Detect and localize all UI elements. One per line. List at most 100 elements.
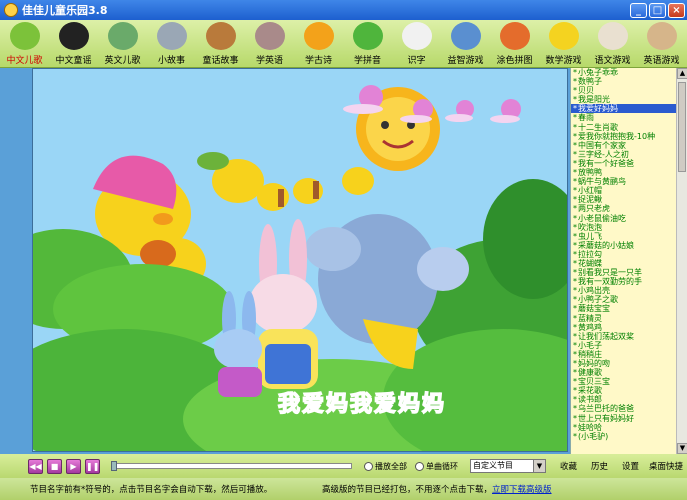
list-item[interactable]: *蘑菇宝宝 [571,304,677,313]
list-item[interactable]: *爱我你就抱抱我-10种 [571,132,677,141]
list-item-label: 两只老虎 [578,204,610,214]
list-item[interactable]: *黄鸡鸡 [571,323,677,332]
star-icon: * [573,113,577,123]
list-item[interactable]: *乌兰巴托的爸爸 [571,404,677,413]
play-all-radio[interactable] [364,461,373,471]
list-item[interactable]: *蜗牛与黄鹂鸟 [571,177,677,186]
star-icon: * [573,204,577,214]
scroll-thumb[interactable] [678,82,686,172]
toolbar-item-label: 小故事 [157,56,185,66]
main-area: 我爱妈我爱妈妈 *小兔子乖乖 *数鸭子 *贝贝 *我是阳光 *我爱好妈妈 *春雨 *十二生肖… [0,68,687,454]
scroll-down-arrow[interactable]: ▼ [677,443,687,454]
list-item[interactable]: *春雨 [571,113,677,122]
scroll-up-arrow[interactable]: ▲ [677,68,687,79]
settings-button[interactable]: 设置 [622,460,639,472]
single-loop-radio[interactable] [415,461,424,471]
list-item-label: 三字经-人之初 [578,149,629,159]
list-item[interactable]: *三字经-人之初 [571,150,677,159]
toolbar-item-11[interactable]: 数学游戏 [539,20,588,68]
star-icon: * [573,395,577,405]
list-item[interactable]: *蓝精灵 [571,314,677,323]
list-item[interactable]: *我有一双勤劳的手 [571,277,677,286]
toolbar-item-2[interactable]: 英文儿歌 [98,20,147,68]
list-item[interactable]: *花蝴蝶 [571,259,677,268]
playlist-select[interactable]: 自定义节目 ▼ [470,459,546,473]
list-item[interactable]: *捉泥鳅 [571,195,677,204]
list-item[interactable]: *采花歌 [571,386,677,395]
list-item[interactable]: *两只老虎 [571,204,677,213]
play-button[interactable]: ▶ [66,458,81,474]
pause-button[interactable]: ❚❚ [85,458,100,474]
toolbar-item-5[interactable]: 学英语 [245,20,294,68]
player-controls: ◀◀ ■ ▶ ❚❚ 播放全部 单曲循环 自定义节目 ▼ 收藏 历史 设置 桌面快捷 [0,454,687,478]
progress-slider[interactable] [111,461,352,471]
toolbar-item-0[interactable]: 中文儿歌 [0,20,49,68]
list-item[interactable]: *十二生肖歌 [571,123,677,132]
toolbar-item-9[interactable]: 益智游戏 [441,20,490,68]
list-item[interactable]: *我有一个好爸爸 [571,159,677,168]
toolbar-item-7[interactable]: 学拼音 [343,20,392,68]
toolbar-item-6[interactable]: 学古诗 [294,20,343,68]
toolbar-item-1[interactable]: 中文童谣 [49,20,98,68]
list-item[interactable]: *小鸭子之歌 [571,295,677,304]
list-item[interactable]: *读书郎 [571,395,677,404]
list-item[interactable]: *贝贝 [571,86,677,95]
toolbar-item-3[interactable]: 小故事 [147,20,196,68]
list-item[interactable]: *放鸭鸭 [571,168,677,177]
list-item[interactable]: *小红帽 [571,186,677,195]
list-item[interactable]: *妈妈的吻 [571,359,677,368]
toucan-icon [303,22,334,50]
list-item[interactable]: *小老鼠偷油吃 [571,214,677,223]
star-icon: * [573,349,577,359]
list-item-label: 宝贝三宝 [578,377,610,387]
minimize-button[interactable]: _ [630,2,647,18]
list-item[interactable]: *世上只有妈妈好 [571,414,677,423]
playlist-scrollbar[interactable]: ▲ ▼ [676,68,687,454]
list-item[interactable]: *虫儿飞 [571,232,677,241]
star-icon: * [573,186,577,196]
prev-button[interactable]: ◀◀ [28,458,43,474]
list-item[interactable]: *娃哈哈 [571,423,677,432]
list-item[interactable]: *健康歌 [571,368,677,377]
list-item[interactable]: *小鸡出壳 [571,286,677,295]
toolbar-item-12[interactable]: 语文游戏 [588,20,637,68]
maximize-button[interactable]: □ [649,2,666,18]
list-item-label: 小毛子 [578,340,602,350]
list-item-label: 小兔子乖乖 [578,68,618,77]
video-scene[interactable]: 我爱妈我爱妈妈 [32,68,568,452]
stop-button[interactable]: ■ [47,458,62,474]
toolbar-item-label: 中文儿歌 [6,56,43,66]
elephant-icon [156,22,187,50]
list-item[interactable]: *小兔子乖乖 [571,68,677,77]
list-item[interactable]: *我爱好妈妈 [571,104,677,114]
toolbar-item-8[interactable]: 识字 [392,20,441,68]
history-button[interactable]: 历史 [591,460,608,472]
toolbar-item-label: 数学游戏 [545,56,582,66]
list-item[interactable]: *吹泡泡 [571,223,677,232]
toolbar-item-10[interactable]: 涂色拼图 [490,20,539,68]
list-item[interactable]: *别看我只是一只羊 [571,268,677,277]
desktop-shortcut-button[interactable]: 桌面快捷 [649,460,683,472]
toolbar-item-13[interactable]: 英语游戏 [637,20,686,68]
list-item[interactable]: *采蘑菇的小姑娘 [571,241,677,250]
toolbar-item-4[interactable]: 童话故事 [196,20,245,68]
cat-icon [597,22,628,50]
rabbit-icon [401,22,432,50]
list-item[interactable]: *让我们荡起双桨 [571,332,677,341]
star-icon: * [573,277,577,287]
list-item-label: 小鸡出壳 [578,286,610,296]
list-item[interactable]: *我是阳光 [571,95,677,104]
list-item[interactable]: *中国有个家家 [571,141,677,150]
list-item[interactable]: *稍稍庄 [571,350,677,359]
favorites-button[interactable]: 收藏 [560,460,577,472]
list-item[interactable]: *宝贝三宝 [571,377,677,386]
close-button[interactable]: × [668,2,685,18]
download-advanced-link[interactable]: 立即下载高级版 [492,483,552,495]
toolbar-item-label: 益智游戏 [447,56,484,66]
list-item[interactable]: *拉拉勾 [571,250,677,259]
list-item[interactable]: *数鸭子 [571,77,677,86]
list-item[interactable]: *小毛子 [571,341,677,350]
star-icon: * [573,413,577,423]
progress-knob[interactable] [111,461,117,471]
list-item[interactable]: *(小毛驴) [571,432,677,441]
